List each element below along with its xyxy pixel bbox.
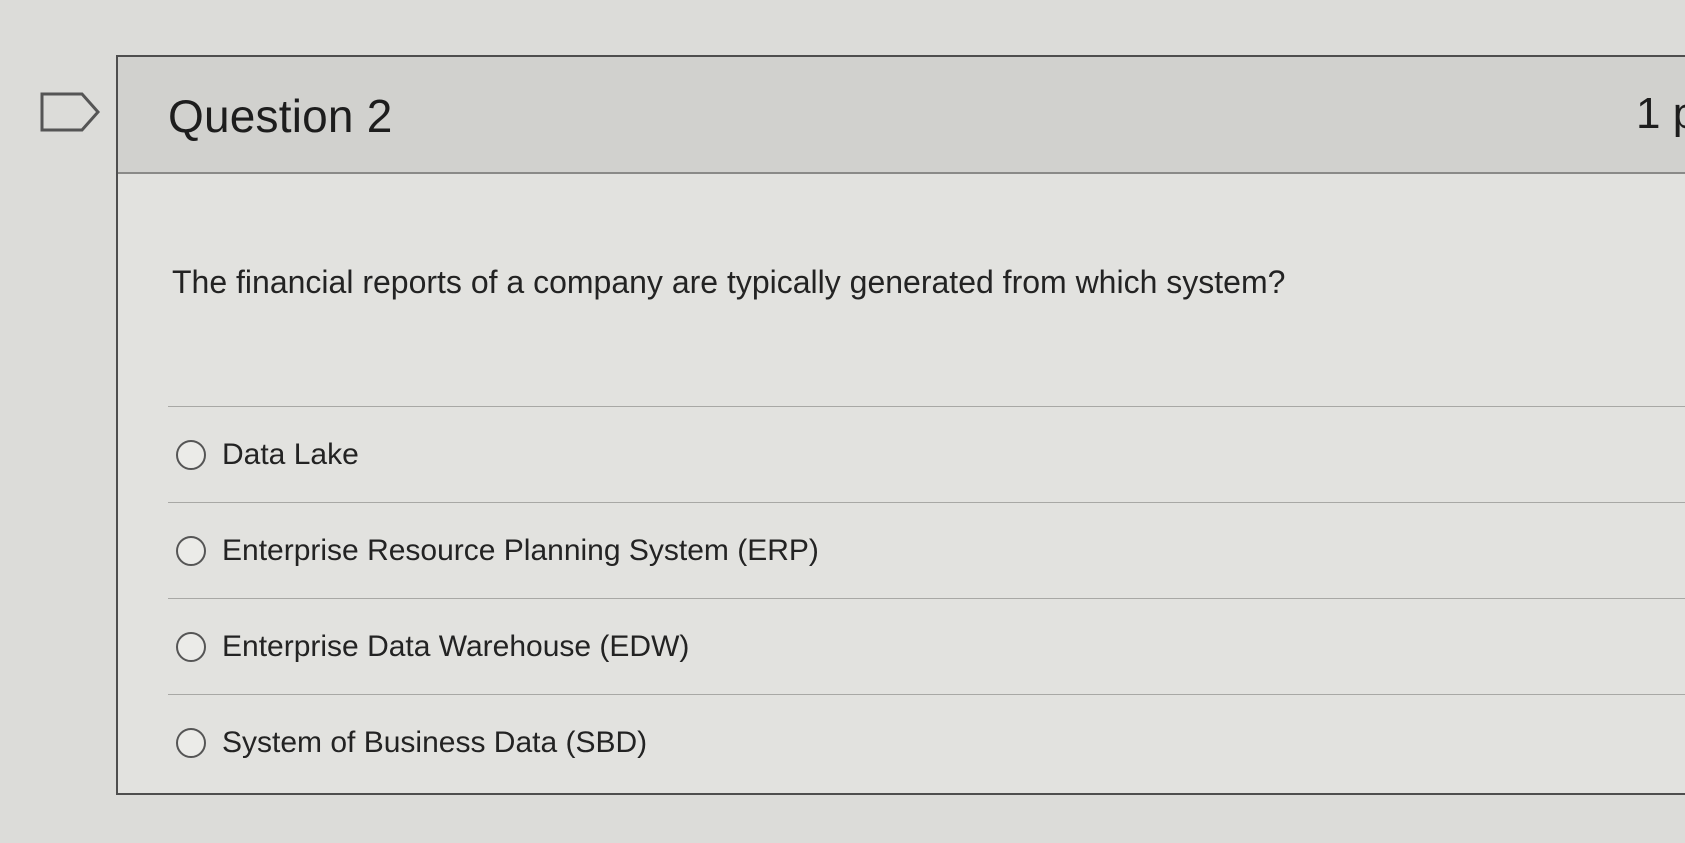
question-text: The financial reports of a company are t…	[172, 264, 1286, 300]
flag-question-icon[interactable]	[40, 92, 100, 132]
question-points: 1 p	[1636, 89, 1685, 138]
radio-button[interactable]	[176, 535, 206, 566]
answer-option[interactable]: Enterprise Data Warehouse (EDW)	[168, 598, 1685, 694]
question-title: Question 2	[168, 90, 393, 142]
answer-list: Data Lake Enterprise Resource Planning S…	[168, 406, 1685, 790]
radio-button[interactable]	[176, 727, 206, 758]
answer-label: Data Lake	[222, 437, 359, 471]
question-card: Question 2 1 p The financial reports of …	[116, 55, 1685, 795]
answer-label: Enterprise Resource Planning System (ERP…	[222, 533, 819, 567]
radio-button[interactable]	[176, 439, 206, 470]
answer-option[interactable]: Data Lake	[168, 406, 1685, 502]
answer-option[interactable]: System of Business Data (SBD)	[168, 694, 1685, 790]
radio-button[interactable]	[176, 631, 206, 662]
answer-option[interactable]: Enterprise Resource Planning System (ERP…	[168, 502, 1685, 598]
answer-label: Enterprise Data Warehouse (EDW)	[222, 629, 690, 663]
question-header: Question 2 1 p	[118, 57, 1685, 174]
answer-label: System of Business Data (SBD)	[222, 725, 648, 759]
